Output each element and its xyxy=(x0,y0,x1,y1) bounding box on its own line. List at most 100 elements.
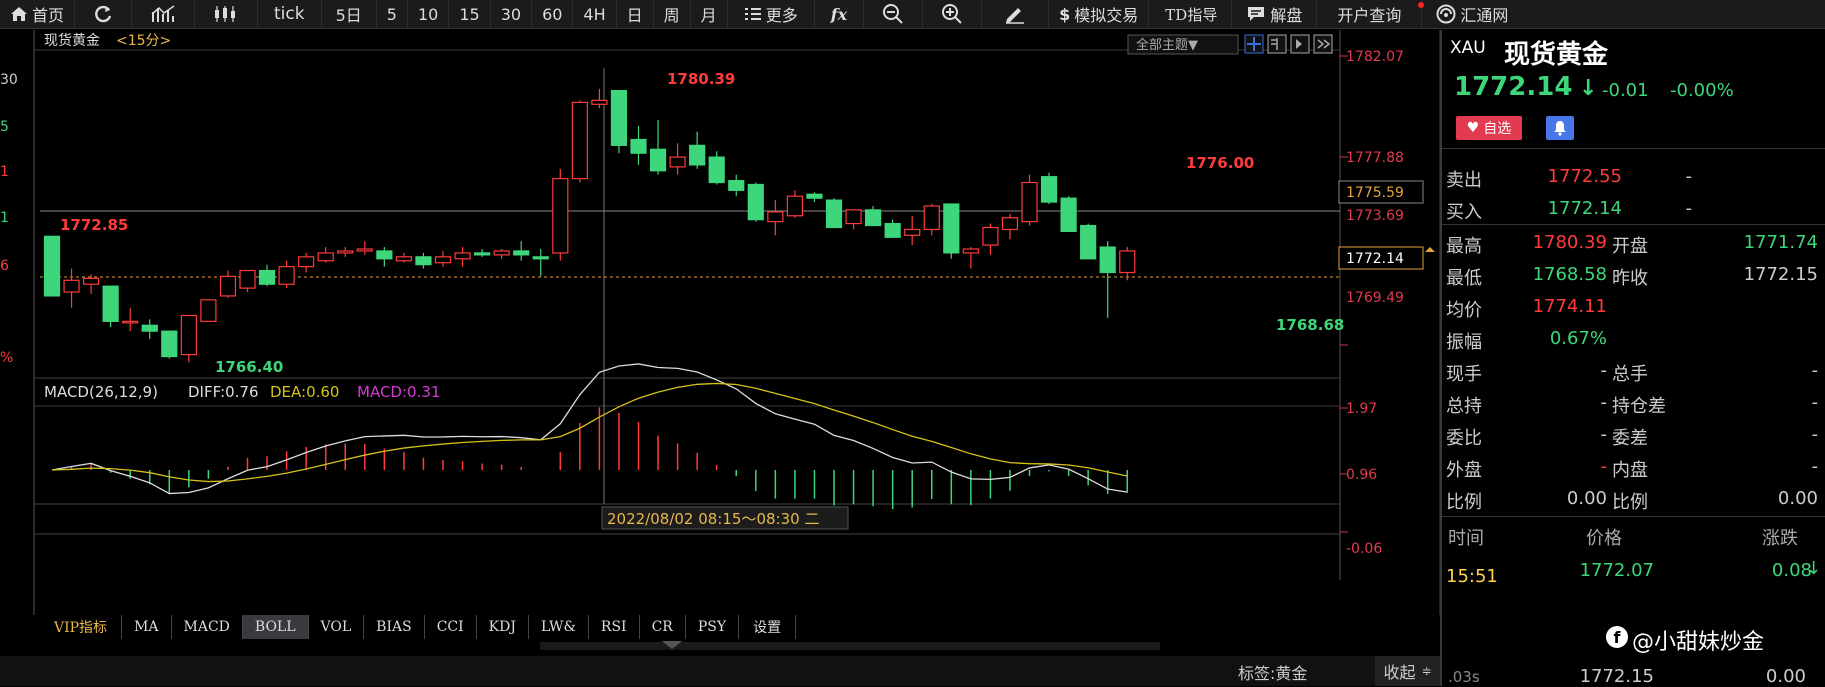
sell-value: 1772.55 xyxy=(1547,166,1622,187)
sim-trade-label: 模拟交易 xyxy=(1074,6,1139,25)
tab-ma[interactable]: MA xyxy=(122,615,172,639)
period-4h[interactable]: 4H xyxy=(573,0,617,28)
tab-vip[interactable]: VIP指标 xyxy=(34,615,123,639)
scroll-down-arrow-icon[interactable] xyxy=(662,641,682,649)
tab-settings[interactable]: 设置 xyxy=(739,615,797,639)
chat-icon xyxy=(1248,7,1265,21)
chart-period: <15分> xyxy=(116,33,171,49)
period-60[interactable]: 60 xyxy=(532,0,574,28)
candle-body xyxy=(1119,250,1136,274)
home-button[interactable]: 首页 xyxy=(0,0,76,28)
stat-value: 1768.58 xyxy=(1532,264,1607,285)
candle-body xyxy=(591,99,608,105)
annot-right-low: 1768.68 xyxy=(1276,316,1344,334)
candle-body xyxy=(141,324,158,332)
period-month[interactable]: 月 xyxy=(691,0,728,28)
draw-button[interactable] xyxy=(982,0,1050,28)
layout-grid-icon[interactable] xyxy=(1244,34,1264,54)
last-price: 1772.14 xyxy=(1454,72,1573,102)
sell-label: 卖出 xyxy=(1446,170,1482,191)
stat-value: - xyxy=(1600,360,1608,381)
tab-macd[interactable]: MACD xyxy=(171,615,243,639)
analysis-button[interactable]: 解盘 xyxy=(1232,0,1318,28)
zoom-in-button[interactable] xyxy=(923,0,983,28)
candle-body xyxy=(571,101,588,180)
candlestick-icon xyxy=(215,6,236,22)
left-axis-label-4: 1 xyxy=(0,210,9,226)
add-favorite-button[interactable]: ♥ 自选 xyxy=(1456,116,1522,140)
period-5d[interactable]: 5日 xyxy=(322,0,377,28)
candle-body xyxy=(1060,197,1077,233)
candle-body xyxy=(122,320,139,324)
formula-button[interactable]: fx xyxy=(815,0,865,28)
stat-label: 外盘 xyxy=(1446,460,1482,481)
brand-button[interactable]: 汇通网 xyxy=(1422,0,1522,28)
zoom-in-icon xyxy=(942,4,962,24)
tab-psy[interactable]: PSY xyxy=(685,615,740,639)
candle-body xyxy=(434,256,452,264)
list-icon xyxy=(744,8,761,20)
candle-body xyxy=(278,266,295,285)
tab-cci[interactable]: CCI xyxy=(424,615,477,639)
chart-type-button[interactable] xyxy=(132,0,196,28)
crosshair-price-label: 1775.59 xyxy=(1346,185,1404,201)
stat-value: 0.67% xyxy=(1549,328,1607,349)
candle-button[interactable] xyxy=(195,0,259,28)
alert-button[interactable] xyxy=(1546,116,1574,140)
stat-label: 内盘 xyxy=(1612,460,1648,481)
tick-button[interactable]: tick xyxy=(258,0,322,28)
chart-scrollbar[interactable] xyxy=(540,642,1160,650)
period-30[interactable]: 30 xyxy=(491,0,533,28)
candle-body xyxy=(806,193,823,199)
tab-bias[interactable]: BIAS xyxy=(364,615,425,639)
stat-label: 持仓差 xyxy=(1612,396,1666,417)
tick-row-time: 15:51 xyxy=(1446,566,1498,587)
candle-body xyxy=(884,222,901,238)
chart-area[interactable]: 现货黄金 <15分> 1782.07 1777.88 1775.59 1773.… xyxy=(0,30,1440,640)
layout-collapse-icon[interactable] xyxy=(1313,34,1333,54)
heart-icon: ♥ xyxy=(1466,120,1480,136)
td-guide-button[interactable]: TD指导 xyxy=(1149,0,1233,28)
tab-rsi[interactable]: RSI xyxy=(588,615,640,639)
period-day[interactable]: 日 xyxy=(617,0,654,28)
macd-diff-label: DIFF:0.76 xyxy=(188,383,259,401)
tag-label: 标签:黄金 xyxy=(1238,664,1308,683)
zoom-out-button[interactable] xyxy=(864,0,924,28)
candle-body xyxy=(610,90,628,146)
macd-tick-3: -0.06 xyxy=(1346,541,1382,557)
period-15[interactable]: 15 xyxy=(449,0,491,28)
stat-value: - xyxy=(1600,424,1608,445)
tab-kdj[interactable]: KDJ xyxy=(476,615,529,639)
refresh-button[interactable] xyxy=(75,0,133,28)
ticks-change-header: 涨跌 xyxy=(1762,528,1798,549)
stat-label: 最低 xyxy=(1446,268,1482,289)
status-bar xyxy=(0,656,1440,686)
refresh-icon xyxy=(95,5,112,23)
stat-value: 1774.11 xyxy=(1532,296,1607,317)
period-5[interactable]: 5 xyxy=(377,0,408,28)
tab-lw[interactable]: LW& xyxy=(528,615,589,639)
buy-label: 买入 xyxy=(1446,202,1482,223)
sim-trade-button[interactable]: $ 模拟交易 xyxy=(1049,0,1150,28)
tick-row2-price: 1772.15 xyxy=(1579,666,1654,687)
left-axis-label-3: 1 xyxy=(0,164,9,180)
macd-tick-2: 0.96 xyxy=(1346,467,1377,483)
theme-dropdown[interactable]: 全部主题▼ xyxy=(1136,37,1198,53)
layout-next-icon[interactable] xyxy=(1290,34,1310,54)
home-label: 首页 xyxy=(32,6,65,25)
annot-left-low: 1766.40 xyxy=(215,358,283,376)
more-button[interactable]: 更多 xyxy=(728,0,815,28)
stat-label: 现手 xyxy=(1446,364,1482,385)
period-week[interactable]: 周 xyxy=(654,0,691,28)
annot-right-high: 1776.00 xyxy=(1186,154,1254,172)
tab-vol[interactable]: VOL xyxy=(308,615,365,639)
annot-left-high: 1772.85 xyxy=(60,216,128,234)
tab-cr[interactable]: CR xyxy=(639,615,686,639)
kline-chart[interactable]: 现货黄金 <15分> 1782.07 1777.88 1775.59 1773.… xyxy=(0,30,1440,615)
period-10[interactable]: 10 xyxy=(408,0,450,28)
collapse-button[interactable]: 收起 ≑ xyxy=(1375,656,1440,686)
account-button[interactable]: 开户查询 xyxy=(1317,0,1423,28)
candle-body xyxy=(532,256,549,260)
layout-split-icon[interactable] xyxy=(1267,34,1287,54)
tab-boll[interactable]: BOLL xyxy=(242,615,309,639)
